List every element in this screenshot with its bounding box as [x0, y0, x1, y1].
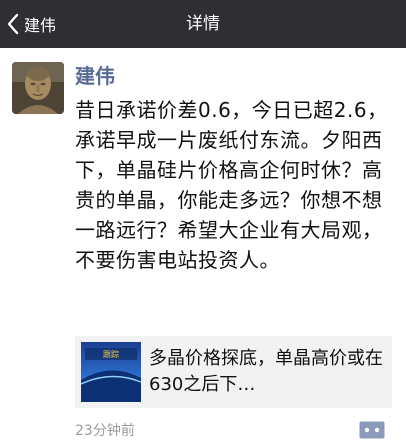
- buddha-statue-avatar: [12, 62, 64, 114]
- link-title: 多晶价格探底，单晶高价或在630之后下…: [149, 348, 383, 395]
- back-button-label: 建伟: [24, 16, 57, 35]
- post-text: 昔日承诺价差0.6，今日已超2.6，承诺早成一片废纸付东流。夕阳西下，单晶硅片价…: [75, 98, 388, 272]
- link-thumbnail-image: 跟踪: [81, 342, 141, 402]
- author-name[interactable]: 建伟: [75, 60, 115, 89]
- back-button[interactable]: 建伟: [6, 0, 56, 48]
- avatar[interactable]: [12, 62, 64, 114]
- link-thumbnail-caption: 跟踪: [103, 349, 119, 359]
- comment-dots-icon: [359, 421, 385, 439]
- comment-button[interactable]: [359, 421, 385, 439]
- post-timestamp: 23分钟前: [75, 423, 135, 439]
- link-thumbnail: 跟踪: [81, 342, 141, 402]
- chevron-left-icon: [7, 13, 19, 35]
- shared-link-card[interactable]: 跟踪 多晶价格探底，单晶高价或在630之后下…: [75, 336, 392, 408]
- top-navbar: 建伟 详情: [0, 0, 406, 48]
- page-title: 详情: [186, 14, 220, 34]
